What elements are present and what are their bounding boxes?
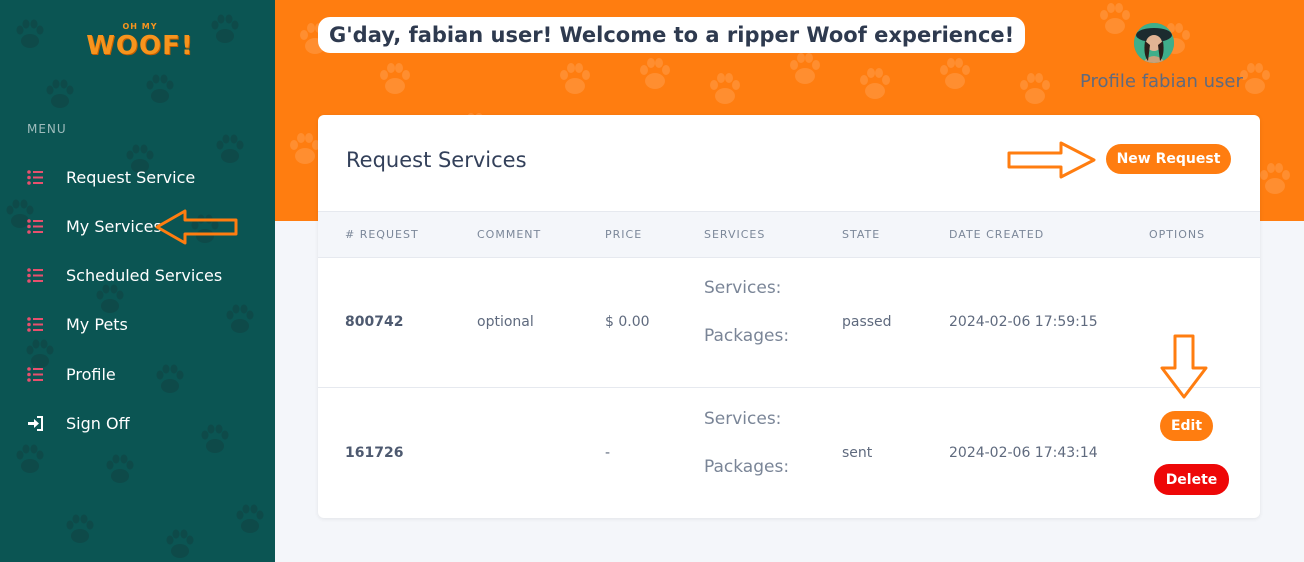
delete-button[interactable]: Delete	[1154, 464, 1229, 495]
new-request-button[interactable]: New Request	[1106, 144, 1231, 174]
sidebar-item-request-service[interactable]: Request Service	[27, 164, 195, 190]
card-title: Request Services	[346, 148, 527, 172]
column-header-options: OPTIONS	[1149, 228, 1206, 241]
logo-big-text: WOOF!	[86, 31, 194, 61]
price-cell: -	[605, 445, 611, 461]
sidebar-item-label: My Services	[66, 216, 162, 236]
services-label: Services:	[704, 409, 782, 429]
sidebar-item-label: Profile	[66, 364, 116, 384]
sidebar: OH MY WOOF! MENU Request Service My Serv…	[0, 0, 275, 562]
sidebar-item-label: Scheduled Services	[66, 265, 223, 285]
column-header-request: # REQUEST	[345, 228, 419, 241]
column-header-comment: COMMENT	[477, 228, 542, 241]
greeting-banner: G'day, fabian user! Welcome to a ripper …	[318, 17, 1026, 53]
sidebar-item-my-services[interactable]: My Services	[27, 213, 162, 239]
sidebar-item-label: Request Service	[66, 167, 196, 187]
table-row: 161726 - Services: Packages: sent 2024-0…	[318, 388, 1260, 518]
services-label: Services:	[704, 278, 782, 298]
sidebar-item-sign-off[interactable]: Sign Off	[27, 410, 130, 436]
sidebar-item-scheduled-services[interactable]: Scheduled Services	[27, 262, 222, 288]
request-id: 161726	[345, 445, 404, 461]
column-header-state: STATE	[842, 228, 881, 241]
state-cell: passed	[842, 314, 892, 330]
state-cell: sent	[842, 445, 873, 461]
list-icon	[27, 218, 43, 234]
date-created-cell: 2024-02-06 17:59:15	[949, 314, 1098, 330]
sidebar-item-my-pets[interactable]: My Pets	[27, 311, 128, 337]
list-icon	[27, 169, 43, 185]
table-row: 800742 optional $ 0.00 Services: Package…	[318, 257, 1260, 388]
list-icon	[27, 316, 43, 332]
sidebar-item-label: My Pets	[66, 314, 128, 334]
avatar[interactable]	[1134, 23, 1174, 63]
oh-my-woof-logo[interactable]: OH MY WOOF!	[85, 22, 195, 66]
menu-title: MENU	[27, 122, 67, 136]
date-created-cell: 2024-02-06 17:43:14	[949, 445, 1098, 461]
sidebar-item-profile[interactable]: Profile	[27, 361, 116, 387]
edit-button[interactable]: Edit	[1160, 411, 1213, 441]
list-icon	[27, 366, 43, 382]
comment-cell: optional	[477, 314, 534, 330]
sidebar-item-label: Sign Off	[66, 413, 130, 433]
avatar-image	[1134, 23, 1174, 63]
packages-label: Packages:	[704, 457, 790, 477]
sign-in-icon	[28, 415, 43, 431]
list-icon	[27, 267, 43, 283]
profile-name[interactable]: Profile fabian user	[1080, 71, 1243, 92]
column-header-price: PRICE	[605, 228, 643, 241]
request-id: 800742	[345, 314, 404, 330]
packages-label: Packages:	[704, 326, 790, 346]
price-cell: $ 0.00	[605, 314, 650, 330]
column-header-date-created: DATE CREATED	[949, 228, 1045, 241]
column-header-services: SERVICES	[704, 228, 766, 241]
request-services-card: Request Services New Request # REQUEST C…	[318, 115, 1260, 518]
table-header: # REQUEST COMMENT PRICE SERVICES STATE D…	[318, 211, 1260, 258]
